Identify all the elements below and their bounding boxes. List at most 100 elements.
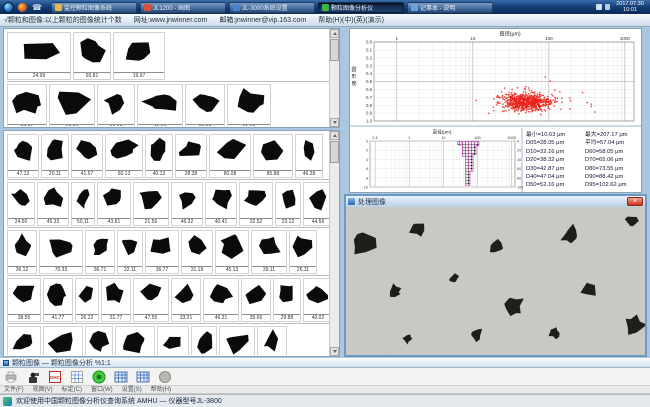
data-table-icon[interactable] (114, 370, 128, 384)
scroll-down-button[interactable] (330, 118, 339, 127)
particle-cell[interactable]: 51.33 (227, 84, 271, 126)
particle-cell[interactable]: 38.55 (7, 278, 41, 322)
taskbar-button[interactable]: JL1200 - 画图 (140, 2, 226, 13)
minimized-document-bar[interactable]: 颗粒图像 — 颗粒图像分析 %1:1 (0, 358, 650, 368)
particle-cell[interactable]: 60.13 (105, 134, 143, 178)
taskbar-button[interactable]: 记事本 - 说明 (407, 2, 493, 13)
particle-cell[interactable]: 80.08 (209, 134, 251, 178)
print-icon[interactable] (4, 370, 18, 384)
menu-item-3[interactable]: 窗口(W) (91, 386, 113, 394)
particle-cell[interactable]: 35.66 (241, 278, 271, 322)
scroll-up-button[interactable] (330, 29, 339, 38)
particle-cell[interactable]: 43.91 (43, 326, 83, 355)
particle-cell[interactable]: 70.33 (39, 230, 83, 274)
particle-cell[interactable]: 46.31 (203, 278, 239, 322)
svg-text:10: 10 (441, 135, 446, 140)
particle-cell[interactable]: 20.11 (41, 134, 69, 178)
dhc-file-icon[interactable]: DHC (48, 370, 62, 384)
phone-icon[interactable]: ☎ (32, 3, 42, 12)
particle-cell[interactable]: 41.67 (71, 134, 103, 178)
particle-cell[interactable]: 40.41 (205, 182, 237, 226)
particle-cell[interactable]: 40.02 (303, 278, 329, 322)
app-help-links[interactable]: 帮助(H)(中)(英)(演示) (318, 15, 384, 25)
particle-silhouette (204, 279, 238, 309)
menu-item-0[interactable]: 文件(F) (4, 386, 24, 394)
particle-cell[interactable]: 26.12 (75, 278, 99, 322)
taskbar-button[interactable]: 监控颗粒图像系统 (51, 2, 137, 13)
particle-cell[interactable]: 32.52 (239, 182, 273, 226)
particle-cell[interactable]: 47.55 (133, 278, 169, 322)
scrollbar-thumb[interactable] (330, 39, 339, 61)
status-text: 欢迎使用中国颗粒图像分析仪查询系统 AMHU — 仪器型号JL-3800 (16, 396, 222, 406)
particle-cell[interactable]: 26.11 (289, 230, 317, 274)
scroll-up-button[interactable] (330, 131, 339, 140)
start-button[interactable] (3, 2, 14, 13)
browser-icon[interactable] (18, 3, 27, 12)
taskbar-clock[interactable]: 2017.07.30 10:01 (613, 1, 647, 13)
particle-cell[interactable]: 40.13 (145, 134, 173, 178)
particle-cell[interactable]: 47.13 (7, 134, 39, 178)
particle-silhouette (98, 85, 134, 119)
particle-cell[interactable]: 27.45 (191, 326, 217, 355)
particle-cell[interactable]: 23.12 (275, 182, 301, 226)
particle-cell[interactable]: 31.77 (101, 278, 131, 322)
capture-icon[interactable] (26, 370, 40, 384)
particle-cell[interactable]: 97.23 (49, 84, 95, 126)
scrollbar-vertical[interactable] (329, 131, 339, 356)
particle-cell[interactable]: 29.77 (85, 326, 113, 355)
particle-cell[interactable]: 46.38 (295, 134, 323, 178)
particle-cell[interactable]: 51.23 (115, 326, 155, 355)
taskbar-button[interactable]: JL-3000系统设置 (229, 2, 315, 13)
menu-item-5[interactable]: 帮助(H) (151, 386, 171, 394)
particle-cell[interactable]: 31.19 (181, 230, 213, 274)
particle-cell[interactable]: 28.38 (175, 134, 207, 178)
particle-cell[interactable]: 44.56 (303, 182, 329, 226)
particle-cell[interactable]: 93.81 (73, 32, 111, 80)
menu-item-2[interactable]: 标定(C) (62, 386, 82, 394)
particle-silhouette (74, 33, 110, 67)
particle-cell[interactable]: 36.77 (145, 230, 179, 274)
particle-cell[interactable]: 38.90 (157, 326, 189, 355)
particle-cell[interactable]: 29.88 (273, 278, 301, 322)
taskbar-button[interactable]: 颗粒图像分析仪 (318, 2, 404, 13)
particle-cell[interactable]: 85.88 (253, 134, 293, 178)
particle-cell[interactable]: 24.50 (7, 182, 35, 226)
volume-tray-icon[interactable] (605, 4, 610, 10)
particle-cell[interactable]: 36.12 (7, 230, 37, 274)
particle-cell[interactable]: 32.11 (117, 230, 143, 274)
particle-cell[interactable]: 44.12 (219, 326, 255, 355)
particle-cell[interactable]: 46.32 (171, 182, 203, 226)
scrollbar-vertical[interactable] (329, 29, 339, 127)
particle-cell[interactable]: 21.56 (133, 182, 169, 226)
particle-cell[interactable]: 45.18 (137, 84, 183, 126)
menu-item-1[interactable]: 视图(V) (33, 386, 53, 394)
particle-cell[interactable]: 37.21 (7, 84, 47, 126)
particle-cell[interactable]: 34.12 (7, 326, 41, 355)
particle-cell[interactable]: 32.62 (97, 84, 135, 126)
data-table-alt-icon[interactable] (136, 370, 150, 384)
scroll-down-button[interactable] (330, 347, 339, 356)
record-gray-icon[interactable] (158, 370, 172, 384)
particle-cell[interactable]: 43.81 (97, 182, 131, 226)
particle-cell[interactable]: 24.99 (7, 32, 71, 80)
particle-cell[interactable]: 36.55 (257, 326, 287, 355)
menu-item-4[interactable]: 设置(S) (122, 386, 142, 394)
particle-cell[interactable]: 45.33 (37, 182, 69, 226)
particle-cell[interactable]: 39.11 (251, 230, 287, 274)
particle-cell[interactable]: 50.11 (71, 182, 95, 226)
particle-cell[interactable]: 36.71 (85, 230, 115, 274)
particle-silhouette (44, 279, 72, 309)
particle-cell[interactable]: 45.13 (215, 230, 249, 274)
particle-cell[interactable]: 19.97 (113, 32, 165, 80)
start-green-icon[interactable] (92, 370, 106, 384)
particle-cell[interactable]: 28.90 (185, 84, 225, 126)
particle-cell[interactable]: 33.21 (171, 278, 201, 322)
grid-file-icon[interactable] (70, 370, 84, 384)
particle-silhouette (98, 183, 130, 213)
particle-cell[interactable]: 41.77 (43, 278, 73, 322)
particle-size-label: 36.71 (86, 266, 114, 273)
close-icon[interactable]: × (627, 197, 643, 206)
image-window-titlebar[interactable]: 处理图像 × (346, 196, 645, 207)
language-tray-icon[interactable] (596, 4, 602, 10)
scrollbar-thumb[interactable] (330, 141, 339, 163)
